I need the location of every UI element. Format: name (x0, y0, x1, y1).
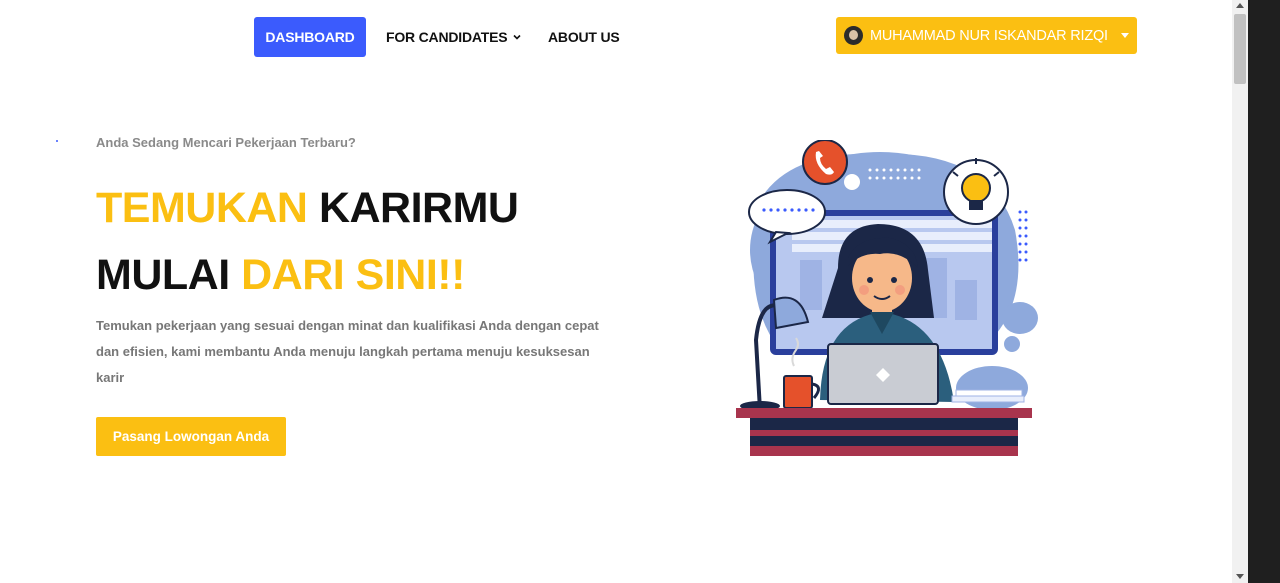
nav-for-candidates-dropdown[interactable]: FOR CANDIDATES (386, 17, 521, 57)
user-menu-button[interactable]: MUHAMMAD NUR ISKANDAR RIZQI (836, 17, 1137, 54)
nav-dashboard-button[interactable]: DASHBOARD (254, 17, 366, 57)
headline-accent-word: TEMUKAN (96, 184, 308, 232)
window-frame (1248, 0, 1280, 583)
caret-down-icon (1121, 33, 1129, 38)
headline-word: MULAI (96, 251, 230, 299)
hero-eyebrow: Anda Sedang Mencari Pekerjaan Terbaru? (96, 135, 356, 150)
nav-for-candidates-label: FOR CANDIDATES (386, 29, 508, 45)
hero-description: Temukan pekerjaan yang sesuai dengan min… (96, 318, 599, 385)
decorative-dot (56, 140, 58, 142)
vertical-scrollbar[interactable] (1232, 0, 1248, 583)
hero-headline-line2: MULAI DARI SINI!! (96, 254, 465, 297)
user-name: MUHAMMAD NUR ISKANDAR RIZQI (870, 27, 1108, 44)
hero-illustration (736, 140, 1038, 456)
scroll-up-icon[interactable] (1236, 3, 1244, 8)
post-job-button[interactable]: Pasang Lowongan Anda (96, 417, 286, 456)
scroll-down-icon[interactable] (1236, 574, 1244, 579)
scrollbar-thumb[interactable] (1234, 14, 1246, 84)
phone-icon (802, 140, 848, 185)
hero-headline-line1: TEMUKAN KARIRMU (96, 184, 519, 232)
chevron-down-icon (513, 34, 521, 40)
avatar (844, 26, 863, 45)
nav-about-us-link[interactable]: ABOUT US (548, 17, 620, 57)
headline-accent-word: DARI SINI!! (241, 251, 465, 299)
page: DASHBOARD FOR CANDIDATES ABOUT US MUHAMM… (0, 0, 1232, 583)
headline-word: KARIRMU (318, 184, 519, 232)
